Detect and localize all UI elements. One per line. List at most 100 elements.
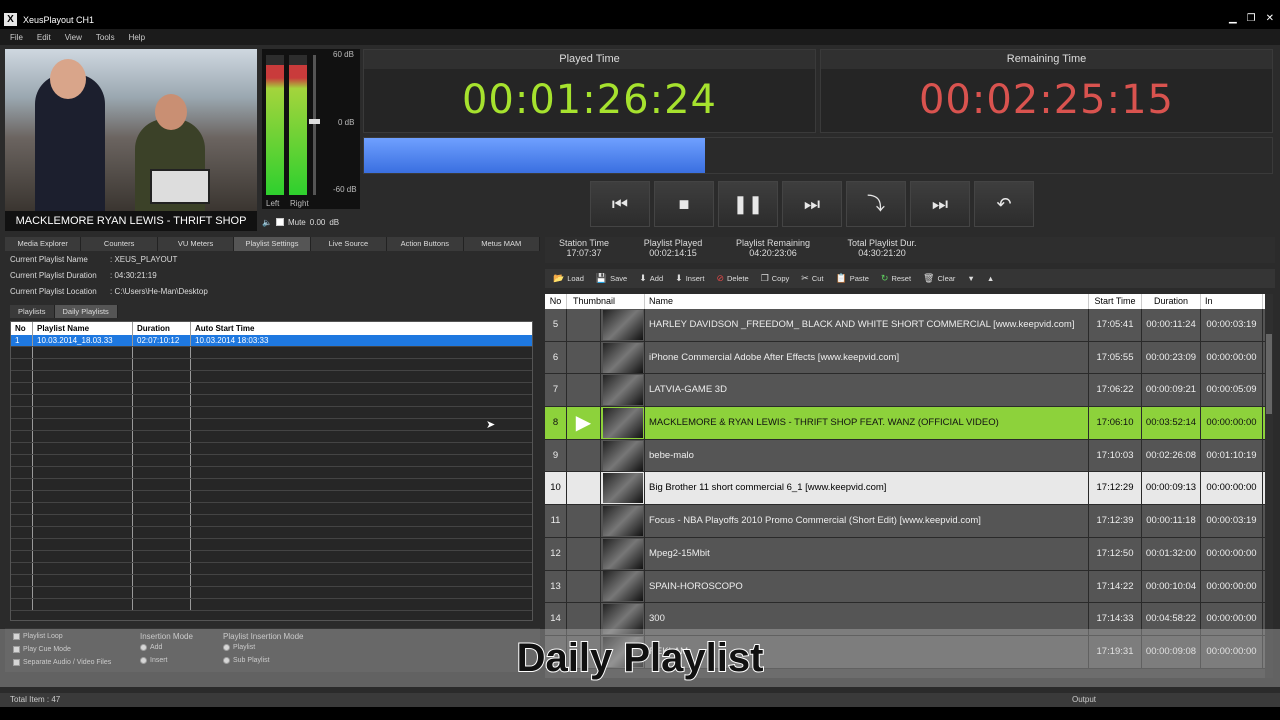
title-bar: X XeusPlayout CH1 ▁ ❐ ✕ <box>0 10 1280 29</box>
grid-scrollbar[interactable] <box>1265 294 1273 678</box>
reset-button[interactable]: ↻ Reset <box>877 271 915 287</box>
cell-start: 17:10:03 <box>1089 439 1142 472</box>
table-row[interactable]: 13 SPAIN-HOROSCOPO 17:14:22 00:00:10:04 00:0… <box>545 570 1270 604</box>
sub-playlist-option[interactable]: Sub Playlist <box>223 654 303 667</box>
empty-cell <box>33 527 133 538</box>
table-row[interactable]: 12 Mpeg2-15Mbit 17:12:50 00:01:32:00 00:00:0… <box>545 537 1270 571</box>
table-row[interactable]: 1 10.03.2014_18.03.33 02:07:10:12 10.03.… <box>11 335 532 347</box>
cell-name: LATVIA-GAME 3D <box>645 374 1089 407</box>
table-row[interactable]: 9 bebe-malo 17:10:03 00:02:26:08 00:01:10:19 <box>545 439 1270 473</box>
tab-counters[interactable]: Counters <box>81 237 158 251</box>
table-row[interactable]: 5 HARLEY DAVIDSON _FREEDOM_ BLACK AND WHI… <box>545 309 1270 342</box>
save-button[interactable]: 💾 Save <box>592 271 631 287</box>
load-button[interactable]: 📂 Load <box>549 271 588 287</box>
separate-option[interactable]: Separate Audio / Video Files <box>13 656 111 669</box>
thumbnail-image <box>602 538 643 569</box>
volume-slider[interactable] <box>313 55 316 195</box>
menu-file[interactable]: File <box>10 33 23 42</box>
col-playlist-name[interactable]: Playlist Name <box>33 322 133 335</box>
delete-icon: ⊘ <box>716 273 724 283</box>
col-duration[interactable]: Duration <box>133 322 191 335</box>
copy-button[interactable]: ❐ Copy <box>757 271 794 287</box>
table-row[interactable]: REKLAM 17:19:31 00:00:09:08 00:00:00:00 <box>545 635 1270 669</box>
empty-cell <box>33 563 133 574</box>
stat-value: 04:20:23:06 <box>749 248 797 258</box>
loop-checkbox[interactable] <box>13 633 20 640</box>
playlist-info-key: Current Playlist Name <box>10 255 88 264</box>
minimize-icon[interactable]: ▁ <box>1229 10 1237 28</box>
table-row[interactable]: 14 300 17:14:33 00:04:58:22 00:00:00:00 <box>545 603 1270 636</box>
tab-playlists[interactable]: Playlists <box>10 305 55 318</box>
playlist-radio[interactable] <box>223 644 230 651</box>
playlist-label: Playlist <box>233 644 256 651</box>
skip-button[interactable]: ⏭ <box>910 181 970 227</box>
col-auto-start[interactable]: Auto Start Time <box>191 322 532 335</box>
tab-media-explorer[interactable]: Media Explorer <box>5 237 82 251</box>
cell-start: 17:06:10 <box>1089 407 1142 439</box>
tab-daily-playlists[interactable]: Daily Playlists <box>54 305 118 318</box>
cell-duration: 00:00:09:08 <box>1142 635 1201 668</box>
cue-option[interactable]: Play Cue Mode <box>13 643 111 656</box>
cut-button[interactable]: ✂ Cut <box>797 271 827 287</box>
tab-metus-mam[interactable]: Metus MAM <box>464 237 540 251</box>
mute-checkbox[interactable] <box>275 218 284 226</box>
insert-icon: ⬇ <box>675 273 683 283</box>
jump-button[interactable]: ⤵ <box>846 181 906 227</box>
empty-cell <box>11 419 33 430</box>
loop-option[interactable]: Playlist Loop <box>13 630 111 643</box>
tab-vu-meters[interactable]: VU Meters <box>158 237 235 251</box>
stop-button[interactable]: ■ <box>654 181 714 227</box>
scrollbar-thumb[interactable] <box>1266 334 1272 414</box>
previous-button[interactable]: ⏮ <box>590 181 650 227</box>
tab-action-buttons[interactable]: Action Buttons <box>387 237 464 251</box>
paste-button[interactable]: 📋 Paste <box>832 271 873 287</box>
volume-knob[interactable] <box>309 119 320 124</box>
cue-checkbox[interactable] <box>13 646 20 653</box>
tab-live-source[interactable]: Live Source <box>311 237 388 251</box>
col-in[interactable]: In <box>1201 294 1263 309</box>
table-row[interactable]: 8 ▶ MACKLEMORE & RYAN LEWIS - THRIFT SHOP … <box>545 407 1270 440</box>
empty-row <box>11 467 532 479</box>
vu-left-label: Left <box>266 199 280 208</box>
empty-cell <box>33 515 133 526</box>
remaining-time-value: 00:02:25:15 <box>918 77 1175 123</box>
clear-button[interactable]: 🗑 Clear <box>919 271 959 287</box>
empty-cell <box>133 407 191 418</box>
add-button[interactable]: ⬇ Add <box>635 271 667 287</box>
table-row[interactable]: 10 Big Brother 11 short commercial 6_1 [w… <box>545 472 1270 506</box>
add-option[interactable]: Add <box>140 641 193 654</box>
col-no[interactable]: No <box>545 294 567 309</box>
col-start-time[interactable]: Start Time <box>1089 294 1142 309</box>
return-button[interactable]: ↶ <box>974 181 1034 227</box>
next-button[interactable]: ⏭ <box>782 181 842 227</box>
col-duration[interactable]: Duration <box>1142 294 1201 309</box>
insert-radio[interactable] <box>140 657 147 664</box>
playback-progress[interactable] <box>363 137 1273 174</box>
col-name[interactable]: Name <box>645 294 1089 309</box>
move-up-icon[interactable]: ▲ <box>983 271 998 287</box>
menu-view[interactable]: View <box>65 33 82 42</box>
col-no[interactable]: No <box>11 322 33 335</box>
table-row[interactable]: 7 LATVIA-GAME 3D 17:06:22 00:00:09:21 00:00:… <box>545 374 1270 408</box>
restore-icon[interactable]: ❐ <box>1247 10 1256 28</box>
menu-help[interactable]: Help <box>129 33 145 42</box>
db-mid-label: 0 dB <box>338 118 355 127</box>
thumbnail <box>601 472 645 505</box>
table-row[interactable]: 11 Focus - NBA Playoffs 2010 Promo Commer… <box>545 505 1270 538</box>
playlist-option[interactable]: Playlist <box>223 641 303 654</box>
menu-tools[interactable]: Tools <box>96 33 115 42</box>
add-radio[interactable] <box>140 644 147 651</box>
close-icon[interactable]: ✕ <box>1266 10 1274 28</box>
insert-button[interactable]: ⬇ Insert <box>671 271 708 287</box>
col-thumbnail[interactable]: Thumbnail <box>567 294 645 309</box>
pause-button[interactable]: ❚❚ <box>718 181 778 227</box>
menu-edit[interactable]: Edit <box>37 33 51 42</box>
move-down-icon[interactable]: ▼ <box>963 271 978 287</box>
tab-playlist-settings[interactable]: Playlist Settings <box>234 237 311 251</box>
insert-option[interactable]: Insert <box>140 654 193 667</box>
delete-button[interactable]: ⊘ Delete <box>712 271 752 287</box>
separate-checkbox[interactable] <box>13 659 20 666</box>
table-row[interactable]: 6 iPhone Commercial Adobe After Effects [… <box>545 341 1270 375</box>
sub-playlist-radio[interactable] <box>223 657 230 664</box>
speaker-icon[interactable]: 🔈 <box>262 218 272 227</box>
